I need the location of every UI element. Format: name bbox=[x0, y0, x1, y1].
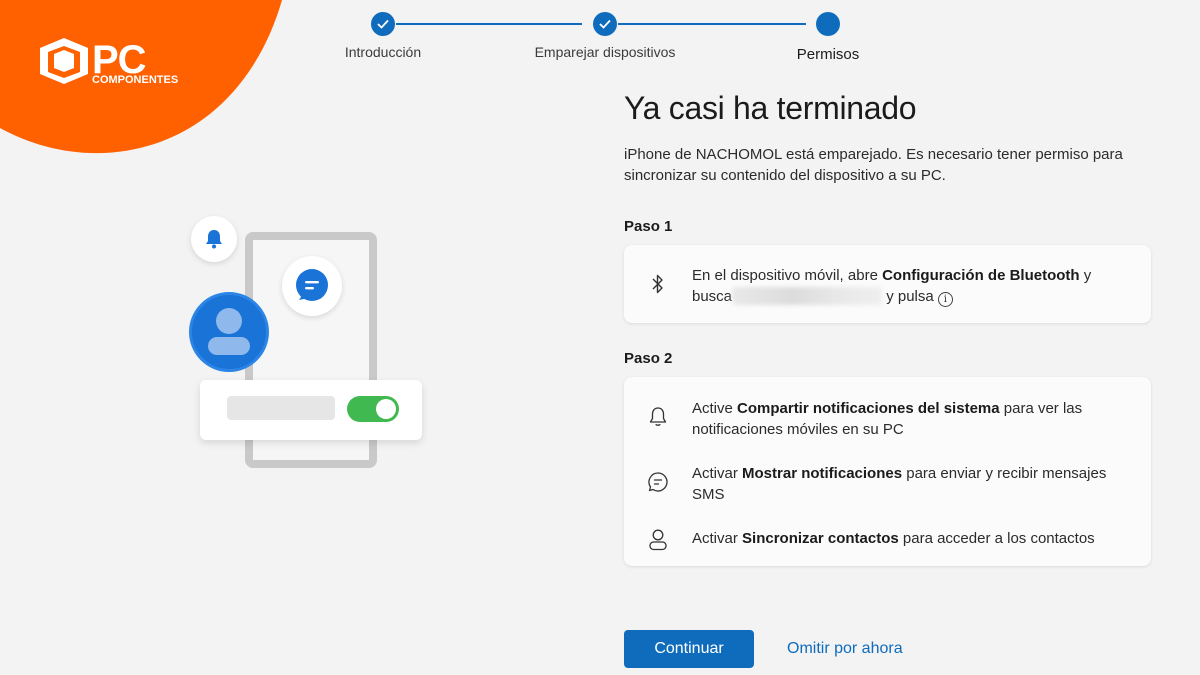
step-label-emparejar: Emparejar dispositivos bbox=[534, 44, 676, 60]
bluetooth-icon bbox=[624, 265, 692, 307]
step-label-permisos: Permisos bbox=[796, 46, 860, 63]
info-icon[interactable]: i bbox=[937, 292, 953, 307]
bluetooth-settings-text: Configuración de Bluetooth bbox=[882, 267, 1080, 284]
step2-item-text: Activar Sincronizar contactos para acced… bbox=[692, 530, 1095, 547]
step2-item-text: Activar Mostrar notificaciones para envi… bbox=[692, 465, 1107, 503]
phone-illustration bbox=[185, 210, 430, 480]
step1-card: En el dispositivo móvil, abre Configurac… bbox=[624, 245, 1151, 323]
list-item: Activar Sincronizar contactos para acced… bbox=[624, 528, 1151, 552]
step-completed-icon bbox=[371, 12, 395, 36]
step-completed-icon bbox=[593, 12, 617, 36]
person-icon bbox=[624, 528, 692, 552]
chat-icon bbox=[624, 463, 692, 505]
bell-notification-icon bbox=[191, 216, 237, 262]
list-item: Activar Mostrar notificaciones para envi… bbox=[624, 463, 1151, 505]
step-connector bbox=[396, 23, 582, 25]
toggle-card bbox=[200, 380, 422, 440]
brand-box-icon bbox=[40, 38, 88, 84]
step-current-indicator bbox=[816, 12, 840, 36]
brand-logo-subtext: COMPONENTES bbox=[92, 74, 179, 86]
list-item: Active Compartir notificaciones del sist… bbox=[624, 398, 1151, 440]
continue-button[interactable]: Continuar bbox=[624, 630, 754, 668]
step-label-introduccion: Introducción bbox=[344, 44, 422, 60]
page-description: iPhone de NACHOMOL está emparejado. Es n… bbox=[624, 146, 1123, 184]
contact-avatar-icon bbox=[189, 292, 269, 372]
step1-label: Paso 1 bbox=[624, 218, 673, 235]
step2-card: Active Compartir notificaciones del sist… bbox=[624, 377, 1151, 566]
step2-item-text: Active Compartir notificaciones del sist… bbox=[692, 400, 1083, 438]
main-content: Ya casi ha terminado iPhone de NACHOMOL … bbox=[624, 88, 1152, 186]
step1-text: En el dispositivo móvil, abre Configurac… bbox=[692, 267, 1092, 307]
toggle-label-placeholder bbox=[227, 396, 335, 420]
progress-stepper: Introducción Emparejar dispositivos Perm… bbox=[300, 10, 900, 70]
bell-icon bbox=[624, 398, 692, 440]
skip-link[interactable]: Omitir por ahora bbox=[787, 640, 903, 658]
step-connector bbox=[618, 23, 806, 25]
toggle-switch-icon bbox=[347, 396, 399, 422]
step2-label: Paso 2 bbox=[624, 350, 673, 367]
redacted-device-name bbox=[732, 287, 883, 305]
message-bubble-icon bbox=[282, 256, 342, 316]
page-title: Ya casi ha terminado bbox=[624, 90, 917, 126]
